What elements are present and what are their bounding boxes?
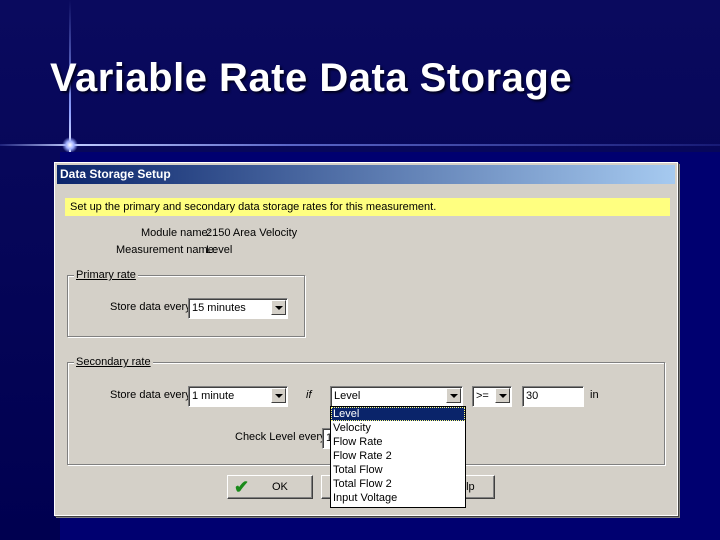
primary-rate-select[interactable]: 15 minutes (188, 298, 288, 319)
chevron-down-icon (499, 394, 507, 398)
ok-button-label: OK (272, 481, 288, 493)
ok-button[interactable]: ✔ OK (227, 475, 313, 499)
operator-select[interactable]: >= (472, 386, 512, 407)
condition-dropdown-list[interactable]: Level Velocity Flow Rate Flow Rate 2 Tot… (330, 406, 466, 508)
secondary-rate-legend-text: Secondary rate (76, 356, 151, 368)
operator-value: >= (476, 390, 489, 402)
primary-rate-legend: Primary rate (74, 269, 138, 281)
slide-title: Variable Rate Data Storage (50, 56, 573, 100)
unit-label: in (590, 389, 599, 401)
instruction-banner: Set up the primary and secondary data st… (65, 198, 670, 216)
threshold-input[interactable]: 30 (522, 386, 584, 407)
decorative-horizontal-line (0, 144, 720, 146)
secondary-store-label: Store data every (110, 389, 191, 401)
module-name-value: 2150 Area Velocity (206, 227, 298, 239)
measurement-name-label: Measurement name: (116, 244, 217, 256)
checkmark-icon: ✔ (234, 477, 250, 497)
condition-dropdown-button[interactable] (446, 388, 461, 403)
dialog-titlebar[interactable]: Data Storage Setup (57, 165, 675, 184)
module-name-label: Module name: (141, 227, 211, 239)
secondary-rate-select-value: 1 minute (192, 390, 235, 402)
primary-rate-group: Primary rate Store data every 15 minutes (67, 269, 305, 337)
decorative-sparkle (62, 137, 78, 153)
chevron-down-icon (275, 394, 283, 398)
condition-measurement-value: Level (334, 390, 361, 402)
primary-store-label: Store data every (110, 301, 191, 313)
chevron-down-icon (275, 306, 283, 310)
dropdown-option-level[interactable]: Level (331, 407, 465, 421)
measurement-name-value: Level (206, 244, 233, 256)
data-storage-setup-dialog: Data Storage Setup Set up the primary an… (54, 162, 678, 516)
dropdown-option-flow-rate[interactable]: Flow Rate (331, 435, 465, 449)
dropdown-option-flow-rate-2[interactable]: Flow Rate 2 (331, 449, 465, 463)
secondary-rate-select[interactable]: 1 minute (188, 386, 288, 407)
secondary-rate-dropdown-button[interactable] (271, 388, 286, 403)
if-label: if (306, 389, 312, 401)
dropdown-option-input-voltage[interactable]: Input Voltage (331, 491, 465, 505)
check-level-label: Check Level every (235, 431, 326, 443)
condition-measurement-select[interactable]: Level (330, 386, 463, 407)
primary-rate-legend-text: Primary rate (76, 269, 136, 281)
primary-rate-dropdown-button[interactable] (271, 300, 286, 315)
secondary-rate-legend: Secondary rate (74, 356, 153, 368)
primary-rate-select-value: 15 minutes (192, 302, 246, 314)
dropdown-option-total-flow[interactable]: Total Flow (331, 463, 465, 477)
operator-dropdown-button[interactable] (495, 388, 510, 403)
chevron-down-icon (450, 394, 458, 398)
dropdown-option-total-flow-2[interactable]: Total Flow 2 (331, 477, 465, 491)
dropdown-option-velocity[interactable]: Velocity (331, 421, 465, 435)
threshold-value: 30 (526, 390, 539, 402)
